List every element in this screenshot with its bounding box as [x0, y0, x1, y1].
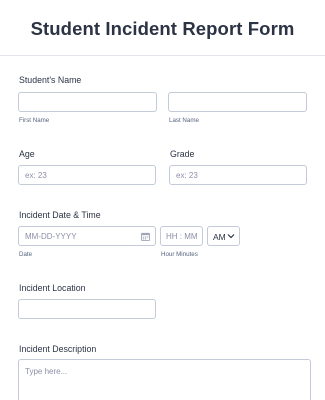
incident-datetime-label: Incident Date & Time: [19, 210, 101, 220]
last-name-sublabel: Last Name: [169, 117, 199, 124]
grade-label: Grade: [170, 149, 195, 159]
student-name-label: Student's Name: [19, 75, 82, 85]
form-title: Student Incident Report Form: [30, 18, 295, 39]
age-input[interactable]: ex: 23: [18, 165, 156, 185]
incident-location-label: Incident Location: [19, 283, 86, 293]
first-name-sublabel: First Name: [19, 117, 50, 124]
ampm-select[interactable]: AM: [207, 226, 240, 246]
calendar-icon[interactable]: [141, 232, 150, 241]
grade-input[interactable]: ex: 23: [169, 165, 307, 185]
date-input[interactable]: MM-DD-YYYY: [18, 226, 156, 246]
incident-description-label: Incident Description: [19, 344, 97, 354]
age-placeholder: ex: 23: [25, 171, 47, 180]
description-placeholder: Type here...: [25, 367, 68, 376]
first-name-input[interactable]: [18, 92, 157, 112]
form-header: Student Incident Report Form: [0, 0, 325, 56]
time-input[interactable]: HH : MM: [160, 226, 203, 246]
last-name-input[interactable]: [168, 92, 307, 112]
time-sublabel: Hour Minutes: [161, 251, 198, 258]
date-sublabel: Date: [19, 251, 33, 258]
incident-location-input[interactable]: [18, 299, 156, 319]
age-label: Age: [19, 149, 35, 159]
date-placeholder: MM-DD-YYYY: [25, 232, 77, 241]
time-placeholder: HH : MM: [166, 232, 198, 241]
chevron-down-icon: [227, 234, 235, 239]
ampm-value: AM: [213, 232, 226, 242]
incident-description-textarea[interactable]: Type here...: [18, 359, 311, 400]
grade-placeholder: ex: 23: [176, 171, 198, 180]
